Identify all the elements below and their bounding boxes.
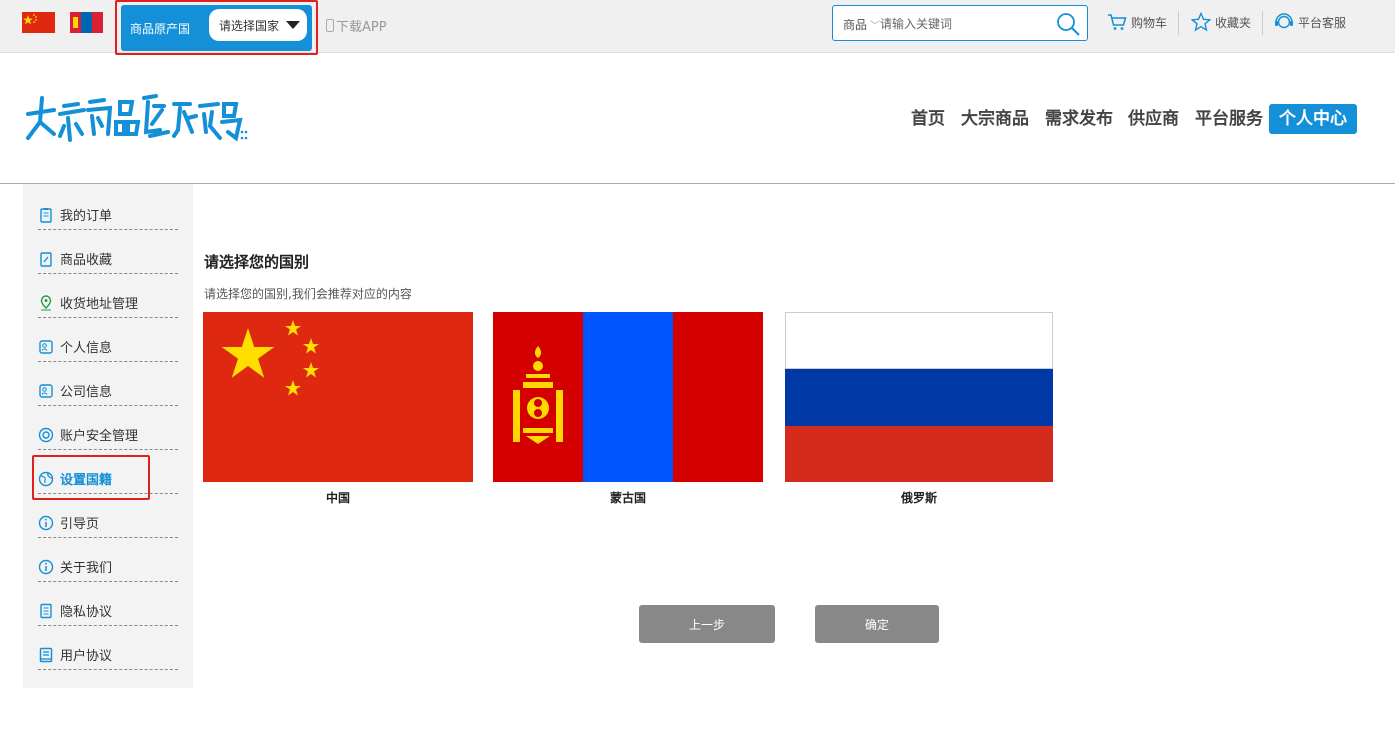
nav-demand-post[interactable]: 需求发布 bbox=[1045, 104, 1113, 134]
search-input[interactable] bbox=[880, 14, 1040, 34]
customer-service-label: 平台客服 bbox=[1298, 15, 1347, 30]
china-flag bbox=[203, 312, 473, 482]
nav-commodities[interactable]: 大宗商品 bbox=[961, 104, 1029, 134]
country-select-value: 请选择国家 bbox=[219, 19, 280, 33]
headset-icon bbox=[1275, 13, 1293, 29]
site-header: 首页 大宗商品 需求发布 供应商 平台服务 个人中心 bbox=[0, 54, 1395, 184]
nav-user-center[interactable]: 个人中心 bbox=[1269, 104, 1357, 134]
sidebar-item-label: 商品收藏 bbox=[60, 253, 113, 268]
country-option-mongolia[interactable] bbox=[493, 312, 763, 482]
sidebar-item-label: 个人信息 bbox=[60, 341, 113, 356]
search-type-select[interactable]: 商品 bbox=[843, 16, 867, 33]
previous-step-button[interactable]: 上一步 bbox=[639, 605, 775, 643]
country-option-russia[interactable] bbox=[785, 312, 1053, 482]
map-pin-icon bbox=[40, 294, 52, 310]
sidebar-item-label: 隐私协议 bbox=[60, 605, 113, 620]
sidebar-item-account-security[interactable]: 账户安全管理 bbox=[38, 420, 178, 450]
mongolia-flag-icon[interactable] bbox=[70, 12, 103, 33]
book-icon bbox=[39, 647, 53, 662]
top-bar: 商品原产国 请选择国家 下载APP 商品 ﹀ 购物车 收藏夹 bbox=[0, 0, 1395, 55]
sidebar-item-label: 引导页 bbox=[60, 517, 100, 532]
star-icon bbox=[1191, 12, 1211, 32]
info-icon bbox=[38, 559, 54, 574]
country-name-china: 中国 bbox=[325, 491, 350, 505]
clipboard-icon bbox=[40, 207, 52, 223]
confirm-button[interactable]: 确定 bbox=[815, 605, 939, 643]
sidebar-item-favorites[interactable]: 商品收藏 bbox=[38, 244, 178, 274]
sidebar-item-orders[interactable]: 我的订单 bbox=[38, 200, 178, 230]
cart-icon bbox=[1108, 14, 1127, 30]
id-card-icon bbox=[39, 383, 53, 398]
favorites-label: 收藏夹 bbox=[1215, 15, 1252, 30]
nav-suppliers[interactable]: 供应商 bbox=[1128, 104, 1179, 134]
sidebar-item-guide[interactable]: 引导页 bbox=[38, 508, 178, 538]
sidebar-item-personal-info[interactable]: 个人信息 bbox=[38, 332, 178, 362]
russia-flag bbox=[785, 312, 1053, 482]
page-subtitle: 请选择您的国别,我们会推荐对应的内容 bbox=[204, 287, 412, 301]
sidebar-item-label: 账户安全管理 bbox=[60, 429, 139, 444]
search-box: 商品 ﹀ bbox=[832, 5, 1088, 41]
mongolia-flag bbox=[493, 312, 763, 482]
country-select-dropdown[interactable]: 请选择国家 bbox=[209, 9, 307, 41]
phone-icon bbox=[326, 19, 334, 32]
site-logo[interactable] bbox=[24, 92, 250, 156]
customer-service-link[interactable]: 平台客服 bbox=[1274, 12, 1346, 32]
sidebar-item-label: 关于我们 bbox=[60, 561, 113, 576]
download-app-label: 下载APP bbox=[336, 20, 387, 35]
sidebar: 我的订单 商品收藏 收货地址管理 个人信息 公司信息 账户安全管理 设置国籍 引… bbox=[23, 184, 193, 688]
sidebar-item-user-agreement[interactable]: 用户协议 bbox=[38, 640, 178, 670]
info-icon bbox=[38, 515, 54, 530]
country-name-russia: 俄罗斯 bbox=[900, 491, 937, 505]
sidebar-item-label: 收货地址管理 bbox=[60, 297, 139, 312]
sidebar-item-label: 公司信息 bbox=[60, 385, 113, 400]
cart-link[interactable]: 购物车 bbox=[1107, 12, 1167, 32]
favorites-link[interactable]: 收藏夹 bbox=[1191, 12, 1251, 32]
caret-down-icon bbox=[286, 21, 300, 29]
country-option-china[interactable] bbox=[203, 312, 473, 482]
origin-country-label: 商品原产国 bbox=[130, 22, 191, 36]
active-item-highlight bbox=[32, 455, 150, 500]
sidebar-item-label: 用户协议 bbox=[60, 649, 113, 664]
divider bbox=[1178, 11, 1179, 35]
edit-doc-icon bbox=[40, 251, 52, 267]
chevron-down-icon: ﹀ bbox=[870, 21, 880, 32]
sidebar-item-addresses[interactable]: 收货地址管理 bbox=[38, 288, 178, 318]
china-flag-icon[interactable] bbox=[22, 12, 55, 33]
nav-home[interactable]: 首页 bbox=[911, 104, 945, 134]
divider bbox=[1262, 11, 1263, 35]
origin-country-highlight: 商品原产国 请选择国家 bbox=[115, 0, 318, 55]
id-card-icon bbox=[39, 339, 53, 354]
cart-label: 购物车 bbox=[1131, 15, 1168, 30]
sidebar-item-label: 我的订单 bbox=[60, 209, 113, 224]
search-icon[interactable] bbox=[1055, 11, 1081, 37]
sidebar-item-company-info[interactable]: 公司信息 bbox=[38, 376, 178, 406]
page-title: 请选择您的国别 bbox=[204, 253, 310, 271]
country-name-mongolia: 蒙古国 bbox=[609, 491, 646, 505]
sidebar-item-privacy-policy[interactable]: 隐私协议 bbox=[38, 596, 178, 626]
origin-country-panel: 商品原产国 请选择国家 bbox=[121, 5, 312, 51]
sidebar-item-about-us[interactable]: 关于我们 bbox=[38, 552, 178, 582]
document-icon bbox=[40, 603, 52, 618]
shield-ring-icon bbox=[38, 427, 54, 442]
nav-platform-services[interactable]: 平台服务 bbox=[1195, 104, 1263, 134]
download-app-link[interactable]: 下载APP bbox=[326, 16, 387, 35]
